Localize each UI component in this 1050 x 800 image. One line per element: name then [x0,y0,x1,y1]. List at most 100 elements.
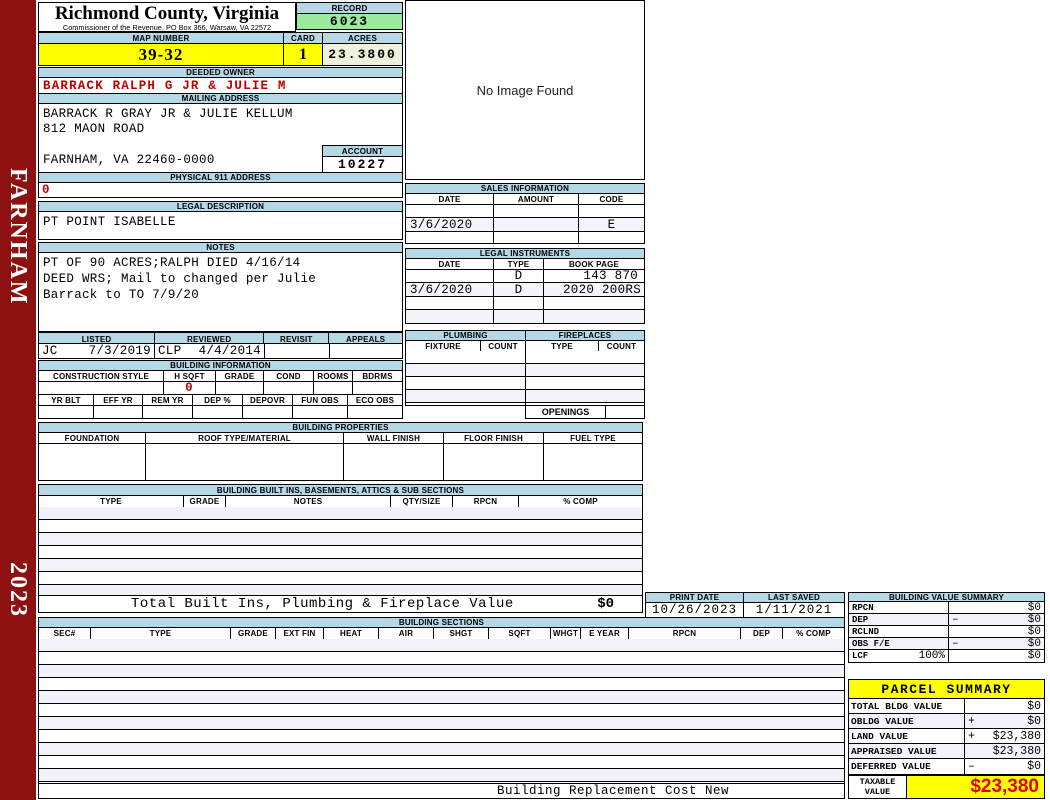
column-header: YR BLT [39,395,94,405]
card-value: 1 [283,43,323,66]
notes-line-2: DEED WRS; Mail to changed per Julie [43,272,317,286]
building-sections-empty-rows [38,639,845,784]
sale-amount [494,232,579,243]
appeals-value [330,344,402,358]
sale-code: E [607,217,616,232]
rooms-value [314,382,353,394]
parcel-summary-row: LAND VALUE + $23,380 [848,728,1045,744]
column-header: COND [264,371,314,381]
mailing-line-2: 812 MAON ROAD [43,122,145,136]
plumbing-fireplaces-divider [525,351,526,405]
parcel-summary-row: OBLDG VALUE + $0 [848,713,1045,729]
fuel-type-value [544,444,642,480]
bvs-op: – [952,613,959,626]
county-title: Richmond County, Virginia [54,3,280,24]
taxable-value-label: TAXABLE VALUE [849,776,907,798]
column-header: TYPE [526,341,599,351]
reviewed-date: 4/4/2014 [198,344,261,358]
legal-instrument-row [405,296,645,310]
column-header: WALL FINISH [344,433,444,443]
roof-type-value [146,444,344,480]
bvs-value: $0 [1027,637,1041,650]
bvs-row: RCLND $0 [848,625,1045,638]
parcel-summary-title: PARCEL SUMMARY [848,679,1045,700]
column-header: TYPE [494,259,544,269]
depovr-value [243,406,293,418]
column-header: CODE [599,194,624,204]
eff-yr-value [94,406,143,418]
bvs-label: RCLND [852,626,880,637]
column-header: ROOMS [314,371,353,381]
sale-date [406,232,494,243]
notes-line-3: Barrack to TO 7/9/20 [43,288,200,302]
revisit-value [265,344,330,358]
column-header: GRADE [184,496,226,507]
column-header: DATE [406,259,494,269]
review-value-row: JC 7/3/2019 CLP 4/4/2014 [38,343,403,359]
grade-value [216,382,264,394]
bvs-pct: 100% [918,650,945,662]
instrument-type [494,310,544,323]
instrument-type [494,297,544,309]
legal-instrument-row: 3/6/2020 D 2020 200RS [405,282,645,297]
ps-label: APPRAISED VALUE [851,745,937,757]
construction-style-value [39,382,164,394]
cond-value [264,382,314,394]
column-header: DEP [741,628,783,639]
legal-description-value: PT POINT ISABELLE [38,211,403,240]
column-header: % COMP [796,629,831,638]
district-sidebar: FARNHAM 2023 [0,0,36,800]
bvs-label: DEP [852,614,869,625]
column-header: EFF YR [94,395,143,405]
column-header: FOUNDATION [39,433,146,443]
column-header: SEC# [39,628,91,639]
column-header: H SQFT [164,371,216,381]
taxable-value-row: TAXABLE VALUE $23,380 [848,775,1045,799]
dep-pct-value [193,406,243,418]
reviewed-by: CLP [158,344,182,358]
column-header: QTY/SIZE [391,496,453,507]
taxable-value: $23,380 [970,776,1039,797]
column-header: TYPE [39,496,184,507]
bvs-value: $0 [1027,650,1041,662]
bvs-value: $0 [1027,601,1041,614]
ps-value: $23,380 [992,729,1041,743]
yr-blt-value [39,406,94,418]
fun-obs-value [293,406,348,418]
ps-label: TOTAL BLDG VALUE [851,700,943,712]
instrument-date [406,297,494,309]
acres-value: 23.3800 [322,43,403,66]
county-header: Richmond County, Virginia Commissioner o… [38,2,296,32]
column-header: % COMP [563,497,598,506]
built-ins-total-row: Total Built Ins, Plumbing & Fireplace Va… [38,595,643,613]
photo-panel: No Image Found [405,0,645,180]
ps-op: + [968,714,975,728]
bvs-label: RPCN [852,602,874,613]
column-header: CONSTRUCTION STYLE [39,371,164,381]
bvs-row: RPCN $0 [848,601,1045,614]
bvs-label: LCF [852,651,869,661]
print-date-value: 10/26/2023 [645,602,744,618]
sale-amount [494,205,579,217]
bvs-row: OBS F/E – $0 [848,637,1045,650]
bvs-value: $0 [1027,613,1041,626]
column-header: GRADE [216,371,264,381]
sale-amount [494,218,579,231]
sale-date: 3/6/2020 [406,218,494,232]
column-header: FLOOR FINISH [444,433,544,443]
district-name: FARNHAM [5,168,31,306]
column-header: RPCN [453,496,519,507]
instrument-type: D [494,269,544,283]
column-header: EXT FIN [276,628,324,639]
column-header: FIXTURE [406,341,481,351]
mailing-line-1: BARRACK R GRAY JR & JULIE KELLUM [43,107,293,121]
bvs-op: – [952,637,959,650]
listed-value: JC 7/3/2019 [39,344,155,358]
ps-value: $23,380 [992,744,1041,758]
listed-by: JC [42,344,58,358]
instrument-book-page: 2020 200RS [562,282,641,297]
notes-line-1: PT OF 90 ACRES;RALPH DIED 4/16/14 [43,256,301,270]
no-image-message: No Image Found [476,82,574,98]
rem-yr-value [143,406,193,418]
account-value: 10227 [322,156,403,173]
